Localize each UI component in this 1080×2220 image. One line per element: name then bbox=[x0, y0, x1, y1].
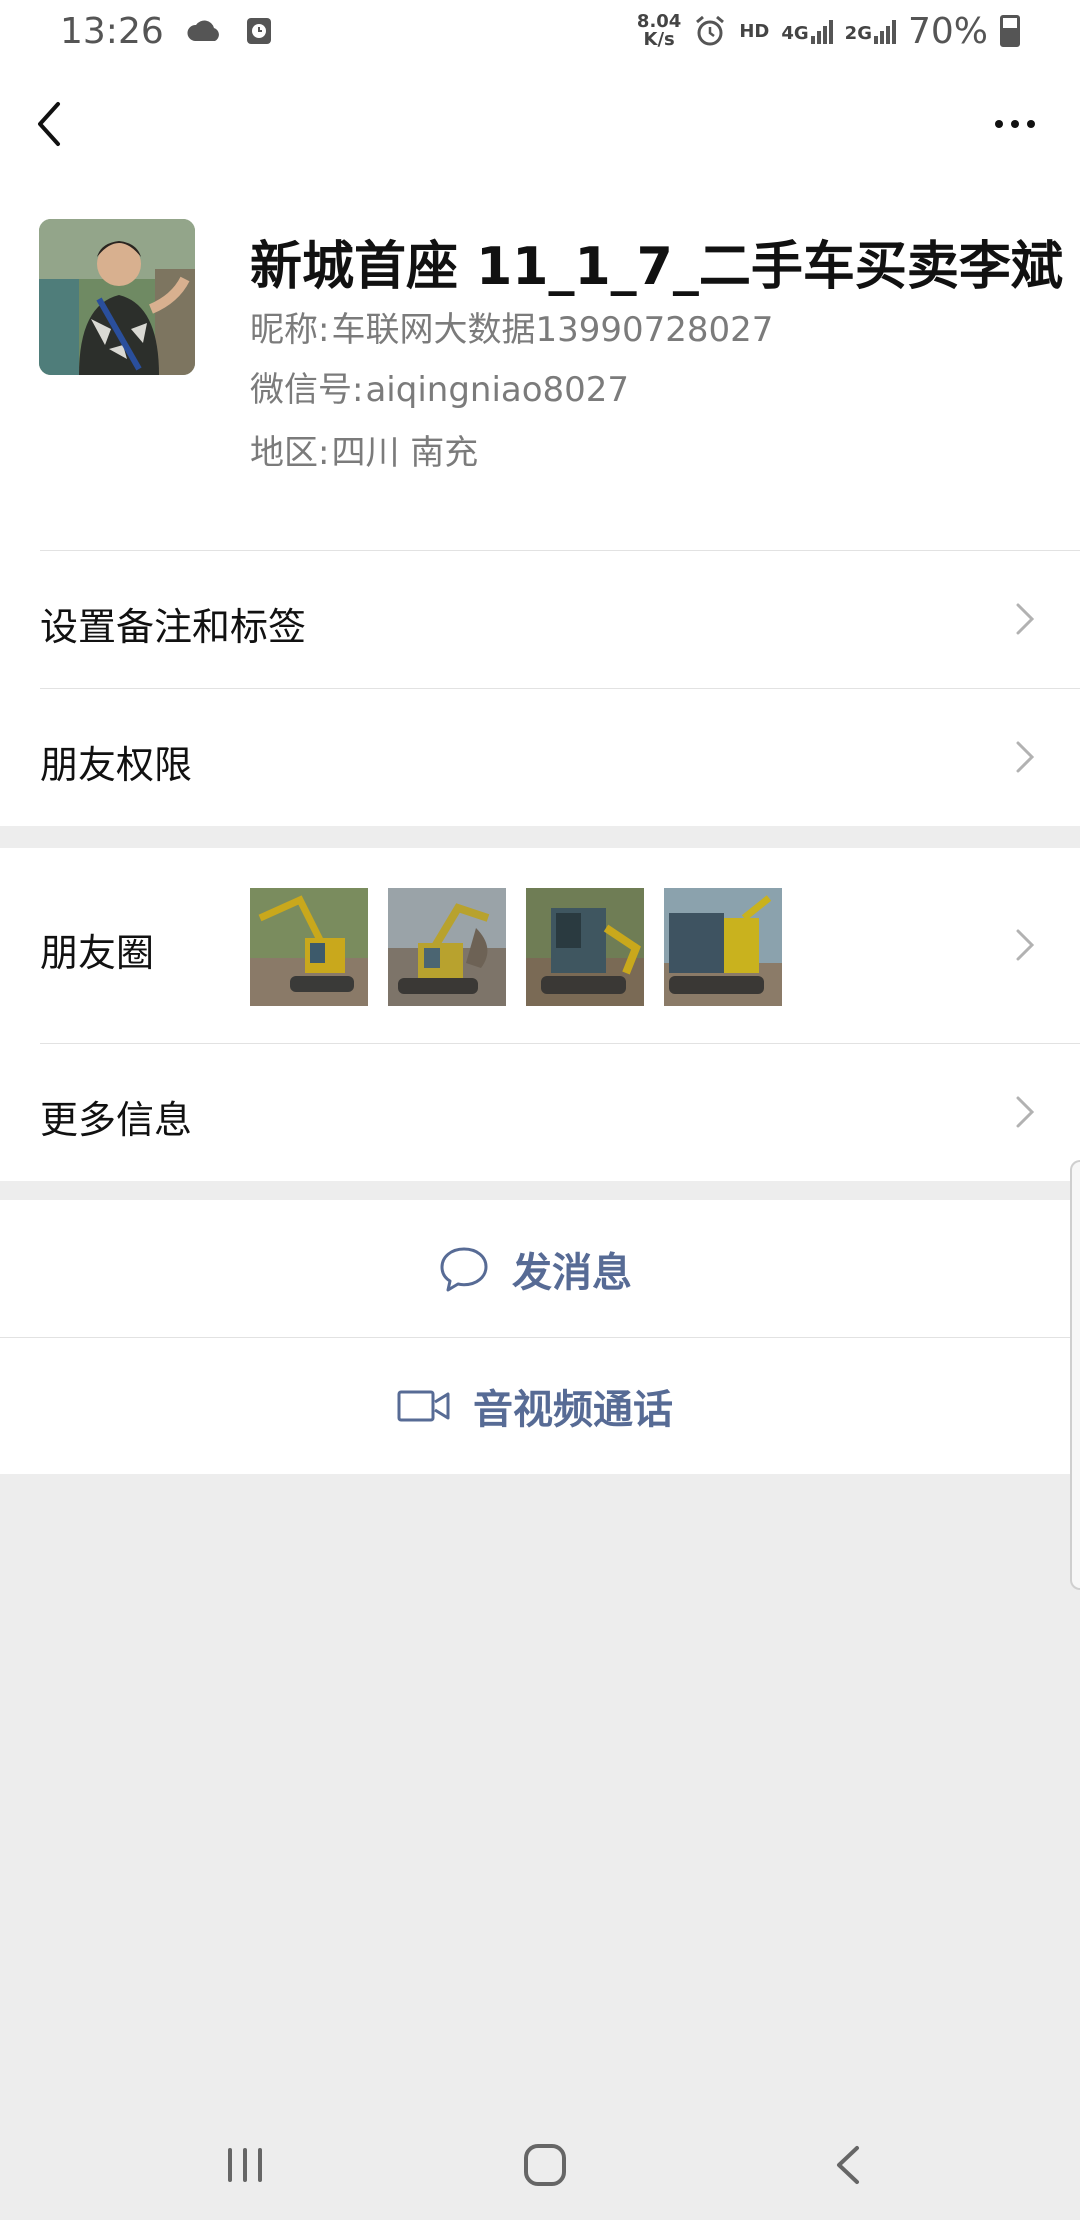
moments-row[interactable]: 朋友圈 bbox=[0, 848, 1080, 1043]
signal-2g: 2G bbox=[845, 18, 896, 44]
more-info-label: 更多信息 bbox=[40, 1098, 193, 1142]
back-button[interactable] bbox=[28, 94, 78, 154]
chevron-right-icon bbox=[1016, 603, 1035, 635]
send-message-button[interactable]: 发消息 bbox=[0, 1200, 1070, 1337]
send-message-label: 发消息 bbox=[512, 1249, 632, 1296]
moments-thumbnail[interactable] bbox=[388, 888, 506, 1006]
av-call-button[interactable]: 音视频通话 bbox=[0, 1337, 1070, 1474]
status-bar: 13:26 8.04 K/s HD 4G 2G 70% bbox=[0, 0, 1080, 62]
home-icon[interactable] bbox=[520, 2140, 570, 2190]
contact-profile-screen: 13:26 8.04 K/s HD 4G 2G 70% 新城首座 11_1_7_… bbox=[0, 0, 1080, 2220]
more-info-row[interactable]: 更多信息 bbox=[0, 1043, 1080, 1181]
chevron-right-icon bbox=[1016, 929, 1035, 961]
wechat-id-line: 微信号:aiqingniao8027 bbox=[250, 362, 629, 411]
more-dots-icon bbox=[995, 120, 1003, 128]
net-speed-unit: K/s bbox=[643, 29, 675, 50]
divider bbox=[40, 1043, 1080, 1044]
wechat-id-label: 微信号: bbox=[250, 370, 364, 410]
remark-tags-row[interactable]: 设置备注和标签 bbox=[0, 550, 1080, 688]
video-camera-icon bbox=[397, 1390, 450, 1422]
battery-icon bbox=[1000, 15, 1020, 47]
chevron-right-icon bbox=[1016, 1096, 1035, 1128]
signal-bars-2-icon bbox=[873, 18, 896, 44]
nickname-label: 昵称: bbox=[250, 310, 330, 350]
system-navigation-bar bbox=[0, 2110, 1080, 2210]
profile-header: 新城首座 11_1_7_二手车买卖李斌 昵称:车联网大数据13990728027… bbox=[0, 182, 1080, 550]
wechat-id-value: aiqingniao8027 bbox=[365, 370, 630, 410]
nickname-line: 昵称:车联网大数据13990728027 bbox=[250, 302, 773, 351]
system-back-icon[interactable] bbox=[825, 2140, 875, 2190]
signal-bars-icon bbox=[810, 18, 833, 44]
moments-thumbnail[interactable] bbox=[526, 888, 644, 1006]
cloud-icon bbox=[187, 20, 219, 41]
top-navigation-bar bbox=[0, 62, 1080, 182]
region-label: 地区: bbox=[250, 433, 330, 473]
friend-permissions-row[interactable]: 朋友权限 bbox=[0, 688, 1080, 826]
contact-display-name: 新城首座 11_1_7_二手车买卖李斌 bbox=[250, 237, 1063, 297]
hd-label: HD bbox=[739, 20, 770, 42]
signal-4g: 4G bbox=[781, 18, 833, 44]
clock-notification-icon bbox=[246, 18, 271, 44]
nickname-value: 车联网大数据13990728027 bbox=[331, 310, 774, 350]
region-line: 地区:四川 南充 bbox=[250, 425, 478, 474]
contact-name: 新城首座 11_1_7_二手车买卖李斌 bbox=[250, 224, 1080, 299]
net-speed-indicator: 8.04 K/s bbox=[637, 13, 681, 49]
back-arrow-icon bbox=[38, 102, 60, 146]
more-options-button[interactable] bbox=[980, 104, 1050, 144]
avatar-image bbox=[39, 219, 195, 375]
moments-thumbnail[interactable] bbox=[664, 888, 782, 1006]
network2-label: 2G bbox=[844, 23, 872, 44]
network-label: 4G bbox=[781, 23, 809, 44]
remark-tags-label: 设置备注和标签 bbox=[40, 605, 307, 649]
divider bbox=[40, 550, 1080, 551]
divider bbox=[40, 688, 1080, 689]
friend-permissions-label: 朋友权限 bbox=[40, 743, 193, 787]
avatar[interactable] bbox=[39, 219, 195, 375]
chat-bubble-icon bbox=[440, 1247, 488, 1291]
battery-percent: 70% bbox=[907, 10, 988, 52]
chevron-right-icon bbox=[1016, 741, 1035, 773]
edge-panel-handle[interactable] bbox=[1070, 1160, 1080, 1590]
av-call-label: 音视频通话 bbox=[473, 1387, 673, 1433]
moments-label: 朋友圈 bbox=[40, 931, 155, 975]
moments-thumbnails bbox=[250, 888, 782, 1006]
recent-apps-icon[interactable] bbox=[220, 2140, 270, 2190]
alarm-icon bbox=[696, 15, 725, 46]
region-value: 四川 南充 bbox=[331, 433, 479, 473]
moments-thumbnail[interactable] bbox=[250, 888, 368, 1006]
status-time: 13:26 bbox=[60, 10, 164, 52]
